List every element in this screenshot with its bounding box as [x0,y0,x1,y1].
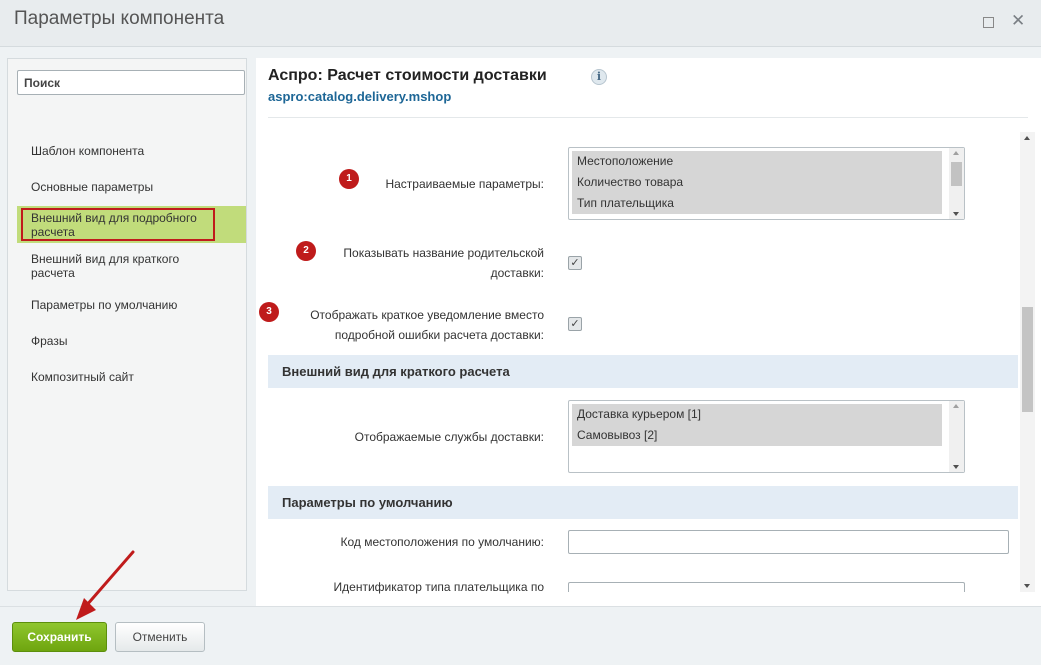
annotation-arrow-icon [76,550,135,620]
